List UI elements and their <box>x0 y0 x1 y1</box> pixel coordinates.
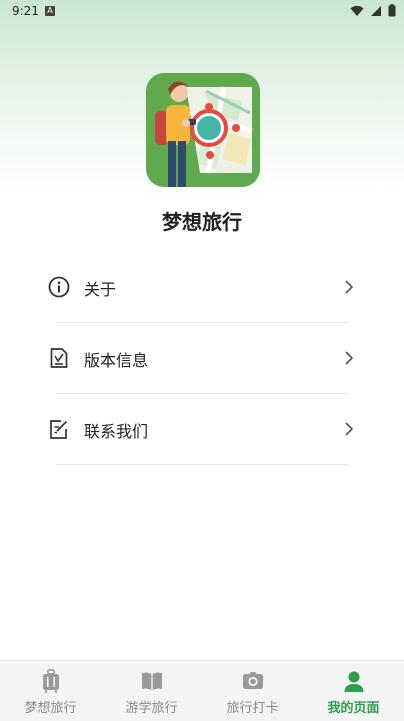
luggage-icon <box>42 669 59 693</box>
menu-item-about[interactable]: 关于 <box>44 252 360 323</box>
app-title: 梦想旅行 <box>162 210 242 234</box>
chevron-right-icon <box>345 280 354 294</box>
nav-item-dream-travel-label: 梦想旅行 <box>24 701 77 716</box>
camera-icon <box>242 672 263 689</box>
app-logo <box>146 73 260 187</box>
menu-item-version-info[interactable]: 版本信息 <box>44 323 360 394</box>
nav-item-travel-checkin[interactable]: 旅行打卡 <box>202 661 303 721</box>
nav-item-my-page-label: 我的页面 <box>327 701 380 716</box>
notification-a-icon: A <box>45 6 55 16</box>
signal-icon <box>371 5 381 16</box>
divider <box>56 464 348 465</box>
status-icons <box>350 4 396 17</box>
nav-item-travel-checkin-label: 旅行打卡 <box>226 701 279 716</box>
menu-item-contact-us[interactable]: 联系我们 <box>44 394 360 465</box>
bottom-nav: 梦想旅行 游学旅行 旅行打卡 我的页面 <box>0 660 404 721</box>
menu-item-version-info-label: 版本信息 <box>84 351 149 370</box>
status-time: 9:21 <box>12 4 39 18</box>
info-icon <box>48 276 70 298</box>
battery-icon <box>388 4 396 17</box>
wifi-icon <box>350 5 364 16</box>
book-icon <box>141 672 162 690</box>
status-bar: 9:21 A <box>0 0 404 22</box>
chevron-right-icon <box>345 351 354 365</box>
edit-note-icon <box>50 420 68 439</box>
nav-item-study-travel[interactable]: 游学旅行 <box>101 661 202 721</box>
document-icon <box>50 348 68 368</box>
user-icon <box>344 671 363 692</box>
settings-menu: 关于 版本信息 联系我们 <box>44 252 360 465</box>
menu-item-about-label: 关于 <box>84 280 117 299</box>
menu-item-contact-us-label: 联系我们 <box>84 422 149 441</box>
nav-item-study-travel-label: 游学旅行 <box>125 701 178 716</box>
nav-item-my-page[interactable]: 我的页面 <box>303 661 404 721</box>
chevron-right-icon <box>345 422 354 436</box>
nav-item-dream-travel[interactable]: 梦想旅行 <box>0 661 101 721</box>
